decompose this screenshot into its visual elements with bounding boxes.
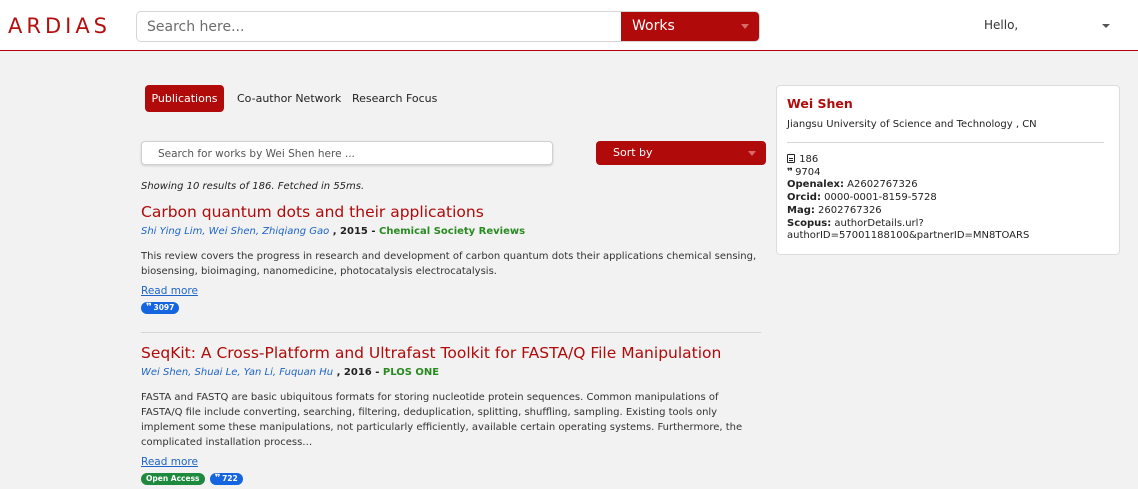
quote-icon: ❞ [214, 473, 221, 484]
result-title[interactable]: Carbon quantum dots and their applicatio… [141, 203, 761, 221]
scopus-row: Scopus: authorDetails.url?authorID=57001… [787, 218, 1119, 243]
quote-icon: ❞ [146, 302, 152, 313]
result-meta: Wei Shen, Shuai Le, Yan Li, Fuquan Hu , … [141, 367, 761, 378]
read-more-link[interactable]: Read more [141, 456, 198, 468]
tab-coauthor-network[interactable]: Co-author Network [237, 85, 341, 112]
works-count-row: 186 [787, 154, 1119, 167]
result-item: Carbon quantum dots and their applicatio… [141, 203, 761, 314]
result-journal-sep: - [367, 226, 380, 237]
scopus-label: Scopus: [787, 217, 832, 229]
caret-down-icon [741, 24, 749, 29]
tab-publications[interactable]: Publications [145, 85, 224, 112]
document-icon [787, 154, 795, 163]
sort-by-label: Sort by [613, 146, 653, 159]
citation-badge: ❞ 3097 [141, 302, 180, 314]
mag-label: Mag: [787, 204, 815, 216]
mag-row: Mag: 2602767326 [787, 205, 1119, 218]
result-abstract: This review covers the progress in resea… [141, 251, 757, 277]
result-year: 2015 [340, 226, 368, 237]
openalex-id: A2602767326 [847, 179, 918, 191]
author-affiliation: Jiangsu University of Science and Techno… [787, 119, 1037, 130]
result-authors[interactable]: Wei Shen, Shuai Le, Yan Li, Fuquan Hu [141, 367, 333, 378]
orcid-label: Orcid: [787, 192, 821, 204]
works-search-input[interactable] [142, 143, 552, 165]
result-journal[interactable]: Chemical Society Reviews [379, 226, 525, 237]
citations-count-row: ❞ 9704 [787, 167, 1119, 180]
works-search-box [141, 141, 553, 165]
result-year: 2016 [343, 367, 372, 378]
result-badges: Open Access ❞ 722 [141, 473, 761, 485]
search-type-select[interactable]: Works [621, 12, 759, 41]
result-abstract: FASTA and FASTQ are basic ubiquitous for… [141, 392, 743, 448]
sort-by-select[interactable]: Sort by [596, 141, 766, 165]
citation-count: 722 [222, 474, 238, 483]
search-type-label: Works [632, 18, 675, 34]
author-details: 186 ❞ 9704 Openalex: A2602767326 Orcid: … [787, 154, 1119, 243]
user-greeting[interactable]: Hello, [984, 18, 1018, 32]
read-more-link[interactable]: Read more [141, 285, 198, 297]
openalex-label: Openalex: [787, 179, 844, 191]
result-journal[interactable]: PLOS ONE [383, 367, 439, 378]
mag-id: 2602767326 [818, 204, 882, 216]
tab-research-focus[interactable]: Research Focus [352, 85, 437, 112]
works-count: 186 [799, 154, 819, 165]
card-divider [787, 142, 1104, 143]
openalex-row: Openalex: A2602767326 [787, 179, 1119, 192]
caret-down-icon[interactable] [1102, 24, 1110, 28]
author-profile-card: Wei Shen Jiangsu University of Science a… [776, 85, 1120, 255]
citations-count: 9704 [795, 166, 821, 178]
orcid-id: 0000-0001-8159-5728 [824, 192, 937, 204]
result-year-sep: , [333, 367, 344, 378]
citation-badge: ❞ 722 [209, 473, 243, 485]
result-item: SeqKit: A Cross-Platform and Ultrafast T… [141, 344, 761, 485]
citation-count: 3097 [153, 303, 175, 312]
result-divider [141, 332, 761, 333]
author-name: Wei Shen [787, 96, 853, 111]
caret-down-icon [748, 151, 756, 156]
result-year-sep: , [329, 226, 341, 237]
global-search-bar: Works [136, 11, 760, 42]
result-badges: ❞ 3097 [141, 302, 761, 314]
result-meta: Shi Ying Lim, Wei Shen, Zhiqiang Gao , 2… [141, 226, 761, 237]
quote-icon: ❞ [787, 166, 793, 178]
result-authors[interactable]: Shi Ying Lim, Wei Shen, Zhiqiang Gao [141, 226, 329, 237]
orcid-row: Orcid: 0000-0001-8159-5728 [787, 192, 1119, 205]
results-summary: Showing 10 results of 186. Fetched in 55… [141, 181, 365, 192]
result-title[interactable]: SeqKit: A Cross-Platform and Ultrafast T… [141, 344, 761, 362]
global-search-input[interactable] [137, 12, 621, 41]
top-navbar: ARDIAS Works Hello, [0, 0, 1138, 51]
open-access-badge: Open Access [141, 473, 205, 485]
result-journal-sep: - [371, 367, 383, 378]
ardias-logo[interactable]: ARDIAS [8, 14, 111, 38]
